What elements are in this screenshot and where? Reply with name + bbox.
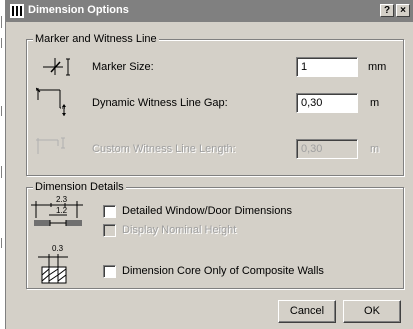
- witness-line-gap-icon: [36, 87, 66, 116]
- marker-size-input[interactable]: 1: [296, 57, 358, 77]
- display-nominal-height-label[interactable]: Display Nominal Height: [122, 224, 236, 236]
- app-icon: [10, 4, 24, 18]
- help-button[interactable]: ?: [380, 4, 394, 17]
- dimension-details-legend: Dimension Details: [33, 181, 126, 193]
- marker-size-icon: [43, 58, 70, 76]
- detailed-window-door-label[interactable]: Detailed Window/Door Dimensions: [122, 205, 292, 217]
- window-title: Dimension Options: [28, 4, 129, 16]
- witness-line-gap-label: Dynamic Witness Line Gap:: [92, 97, 228, 109]
- dimension-core-only-checkbox[interactable]: [103, 265, 116, 278]
- custom-witness-length-unit: m: [370, 143, 380, 155]
- custom-witness-length-input[interactable]: 0,30: [296, 139, 358, 159]
- custom-witness-length-icon: [36, 137, 65, 154]
- dimension-options-dialog: Dimension Options ? × Marker and Witness…: [5, 0, 413, 329]
- custom-witness-length-label: Custom Witness Line Length:: [92, 143, 236, 155]
- background-window-edge: [0, 16, 4, 329]
- witness-line-gap-unit: m: [370, 97, 380, 109]
- title-bar[interactable]: Dimension Options ? ×: [6, 0, 413, 22]
- display-nominal-height-checkbox[interactable]: [103, 224, 116, 237]
- composite-wall-core-icon: 0.3: [34, 245, 74, 285]
- ok-button[interactable]: OK: [343, 300, 401, 323]
- witness-line-gap-input[interactable]: 0,30: [296, 93, 358, 113]
- dimension-core-only-label[interactable]: Dimension Core Only of Composite Walls: [122, 265, 324, 277]
- close-button[interactable]: ×: [396, 4, 410, 17]
- marker-size-label: Marker Size:: [92, 61, 154, 73]
- detailed-window-door-checkbox[interactable]: [103, 205, 116, 218]
- window-door-dimension-icon: 2.3 1.2: [29, 196, 89, 236]
- marker-size-unit: mm: [368, 61, 387, 73]
- marker-witness-legend: Marker and Witness Line: [33, 33, 159, 45]
- cancel-button[interactable]: Cancel: [278, 300, 336, 323]
